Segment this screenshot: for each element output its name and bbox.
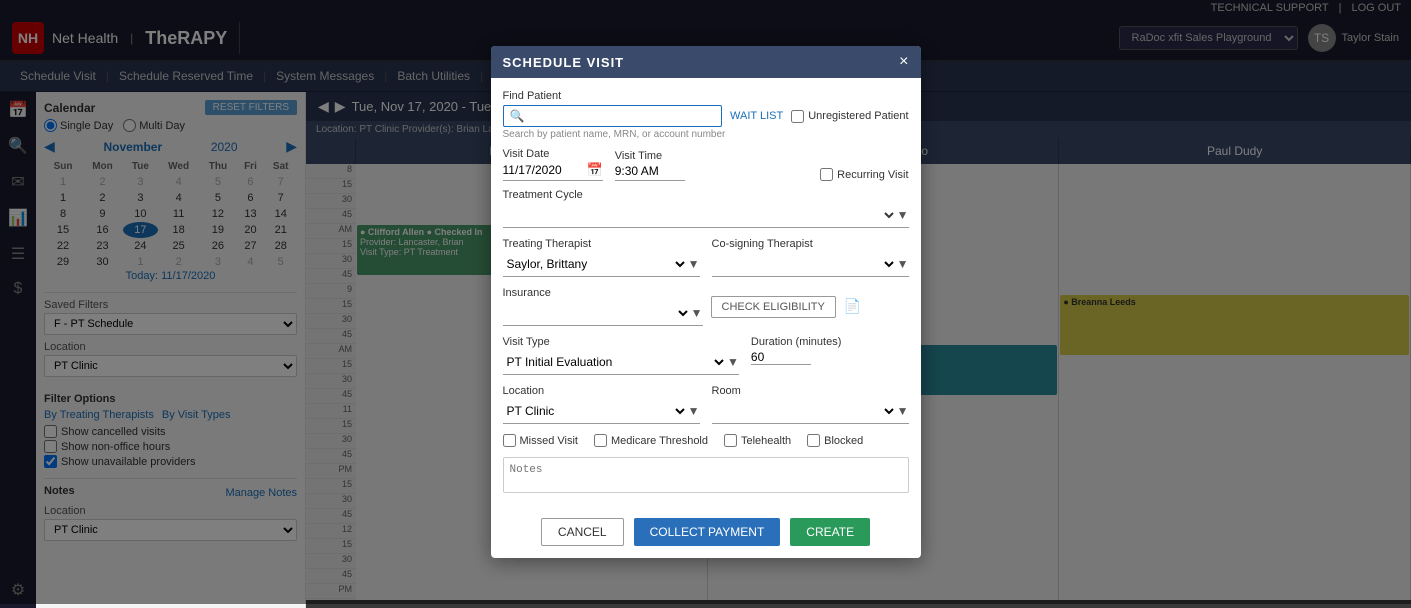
insurance-group: Insurance ▼ (503, 287, 703, 326)
visit-type-row: Visit Type PT Initial Evaluation ▼ Durat… (503, 336, 909, 375)
location-group: Location PT Clinic ▼ (503, 385, 700, 424)
visit-time-label: Visit Time (615, 150, 685, 162)
location-select[interactable]: PT Clinic (503, 399, 688, 423)
room-arrow: ▼ (897, 404, 909, 418)
telehealth-checkbox[interactable]: Telehealth (724, 434, 791, 447)
location-wrap: PT Clinic ▼ (503, 399, 700, 424)
visit-date-group: Visit Date 📅 (503, 148, 603, 181)
visit-date-wrap: 📅 (503, 162, 603, 181)
schedule-visit-modal: SCHEDULE VISIT × Find Patient 🔍 WAIT LIS… (491, 46, 921, 558)
room-label: Room (712, 385, 909, 397)
visit-time-input[interactable] (615, 164, 685, 181)
insurance-wrap: ▼ (503, 301, 703, 326)
patient-search-wrap: 🔍 (503, 105, 723, 127)
visit-type-arrow: ▼ (727, 355, 739, 369)
date-time-row: Visit Date 📅 Visit Time Recurring Visit (503, 148, 909, 181)
medicare-threshold-checkbox[interactable]: Medicare Threshold (594, 434, 708, 447)
blocked-checkbox[interactable]: Blocked (807, 434, 863, 447)
treating-therapist-label: Treating Therapist (503, 238, 700, 250)
check-eligibility-button[interactable]: CHECK ELIGIBILITY (711, 296, 836, 318)
find-patient-label: Find Patient (503, 90, 909, 102)
insurance-row: Insurance ▼ CHECK ELIGIBILITY 📄 (503, 287, 909, 326)
visit-time-group: Visit Time (615, 150, 685, 181)
treating-therapist-wrap: Saylor, Brittany ▼ (503, 252, 700, 277)
visit-type-label: Visit Type (503, 336, 739, 348)
unregistered-patient-checkbox[interactable]: Unregistered Patient (791, 110, 908, 123)
duration-input[interactable] (751, 350, 811, 365)
create-button[interactable]: CREATE (790, 518, 870, 546)
room-group: Room ▼ (712, 385, 909, 424)
cosigning-therapist-wrap: ▼ (712, 252, 909, 277)
recurring-visit-checkbox[interactable]: Recurring Visit (820, 168, 908, 181)
modal-overlay[interactable]: SCHEDULE VISIT × Find Patient 🔍 WAIT LIS… (0, 0, 1411, 604)
calendar-icon[interactable]: 📅 (587, 162, 603, 178)
insurance-select[interactable] (503, 301, 691, 325)
cosigning-therapist-label: Co-signing Therapist (712, 238, 909, 250)
patient-search-input[interactable] (528, 110, 715, 122)
treatment-cycle-arrow: ▼ (897, 208, 909, 222)
treatment-cycle-label: Treatment Cycle (503, 189, 909, 201)
visit-type-select[interactable]: PT Initial Evaluation (503, 350, 728, 374)
treating-therapist-arrow: ▼ (688, 257, 700, 271)
treatment-cycle-select[interactable] (503, 203, 897, 227)
therapist-row: Treating Therapist Saylor, Brittany ▼ Co… (503, 238, 909, 277)
cosigning-therapist-select[interactable] (712, 252, 897, 276)
room-wrap: ▼ (712, 399, 909, 424)
search-hint: Search by patient name, MRN, or account … (503, 129, 909, 140)
checkboxes-row: Missed Visit Medicare Threshold Teleheal… (503, 434, 909, 447)
insurance-label: Insurance (503, 287, 703, 299)
modal-footer: CANCEL COLLECT PAYMENT CREATE (491, 508, 921, 558)
treating-therapist-select[interactable]: Saylor, Brittany (503, 252, 688, 276)
cancel-button[interactable]: CANCEL (541, 518, 624, 546)
visit-date-input[interactable] (503, 163, 583, 177)
insurance-arrow: ▼ (691, 306, 703, 320)
eligibility-doc-icon[interactable]: 📄 (844, 298, 861, 315)
cosigning-therapist-arrow: ▼ (897, 257, 909, 271)
modal-close-button[interactable]: × (899, 54, 908, 70)
room-select[interactable] (712, 399, 897, 423)
wait-list-link[interactable]: WAIT LIST (730, 110, 783, 122)
treatment-cycle-wrap: ▼ (503, 203, 909, 228)
find-patient-row: 🔍 WAIT LIST Unregistered Patient (503, 105, 909, 127)
collect-payment-button[interactable]: COLLECT PAYMENT (634, 518, 781, 546)
search-icon: 🔍 (510, 109, 525, 123)
cosigning-therapist-group: Co-signing Therapist ▼ (712, 238, 909, 277)
duration-label: Duration (minutes) (751, 336, 909, 348)
modal-header: SCHEDULE VISIT × (491, 46, 921, 78)
location-room-row: Location PT Clinic ▼ Room ▼ (503, 385, 909, 424)
notes-input[interactable] (503, 457, 909, 493)
missed-visit-checkbox[interactable]: Missed Visit (503, 434, 578, 447)
treating-therapist-group: Treating Therapist Saylor, Brittany ▼ (503, 238, 700, 277)
location-arrow: ▼ (688, 404, 700, 418)
visit-date-label: Visit Date (503, 148, 603, 160)
visit-type-wrap: PT Initial Evaluation ▼ (503, 350, 739, 375)
duration-group: Duration (minutes) (751, 336, 909, 375)
modal-title: SCHEDULE VISIT (503, 55, 625, 70)
modal-body: Find Patient 🔍 WAIT LIST Unregistered Pa… (491, 78, 921, 508)
visit-type-group: Visit Type PT Initial Evaluation ▼ (503, 336, 739, 375)
location-label: Location (503, 385, 700, 397)
